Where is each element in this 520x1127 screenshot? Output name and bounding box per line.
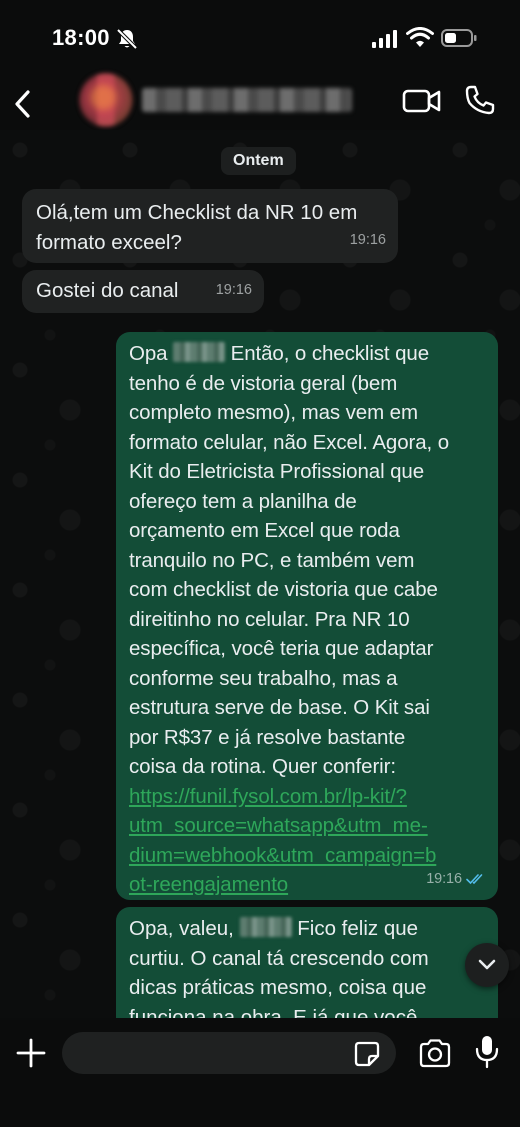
status-bar: 18:00	[0, 0, 520, 78]
message-text-body: Então, o checklist que tenho é de vistor…	[129, 342, 450, 778]
message-meta: 19:16	[426, 865, 486, 895]
date-separator: Ontem	[221, 147, 296, 175]
message-time: 19:16	[349, 231, 386, 248]
message-bubble-incoming[interactable]: Olá,tem um Checklist da NR 10 em formato…	[22, 189, 398, 263]
message-time: 19:16	[215, 281, 252, 298]
message-text-start: Opa, valeu,	[129, 917, 234, 940]
message-text-start: Opa	[129, 342, 168, 365]
message-text: Opa Então, o checklist que tenho é de vi…	[129, 339, 486, 782]
input-bar	[0, 1018, 520, 1127]
contact-name-redacted[interactable]	[142, 88, 352, 112]
message-input[interactable]	[62, 1032, 396, 1074]
sticker-icon[interactable]	[354, 1041, 380, 1067]
redacted-name	[173, 342, 226, 362]
double-check-icon	[466, 874, 483, 885]
camera-icon[interactable]	[418, 1038, 452, 1068]
message-bubble-outgoing[interactable]: Opa, valeu, Fico feliz que curtiu. O can…	[116, 907, 498, 1018]
bell-off-icon	[116, 28, 138, 50]
signal-icon	[372, 30, 397, 48]
chat-area[interactable]: Ontem Olá,tem um Checklist da NR 10 em f…	[0, 130, 520, 1018]
message-bubble-incoming[interactable]: Gostei do canal 19:16	[22, 270, 264, 313]
message-text: Olá,tem um Checklist da NR 10 em formato…	[36, 201, 358, 254]
contact-avatar-blur	[80, 74, 132, 126]
message-bubble-outgoing[interactable]: Opa Então, o checklist que tenho é de vi…	[116, 332, 498, 900]
wifi-icon	[406, 27, 434, 47]
chevron-left-icon	[15, 90, 30, 118]
phone-icon[interactable]	[464, 84, 496, 116]
plus-icon[interactable]	[15, 1037, 47, 1069]
back-button[interactable]	[8, 84, 38, 124]
microphone-icon[interactable]	[474, 1034, 500, 1070]
video-camera-icon[interactable]	[402, 86, 442, 116]
battery-icon	[441, 29, 477, 47]
message-time: 19:16	[426, 870, 462, 887]
message-text: Opa, valeu, Fico feliz que curtiu. O can…	[129, 914, 486, 1018]
chat-header	[0, 74, 520, 130]
scroll-to-bottom-button[interactable]	[465, 943, 509, 987]
status-time: 18:00	[52, 25, 110, 50]
redacted-name	[239, 917, 292, 937]
chevron-down-icon	[478, 959, 496, 970]
